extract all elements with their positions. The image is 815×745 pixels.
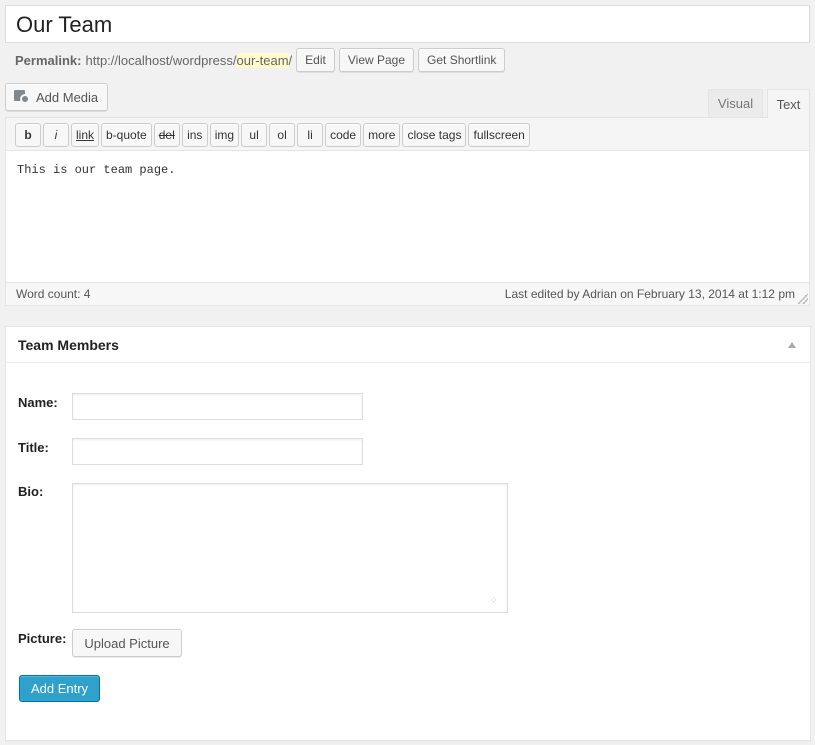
add-media-button[interactable]: Add Media <box>5 83 108 111</box>
qt-del-button[interactable]: del <box>153 123 180 147</box>
editor-statusbar: Word count: 4 Last edited by Adrian on F… <box>6 282 809 305</box>
qt-close-tags-button[interactable]: close tags <box>402 123 467 147</box>
bio-textarea[interactable]: ⁘ <box>72 483 508 613</box>
picture-label: Picture: <box>18 631 67 646</box>
qt-ol-button[interactable]: ol <box>269 123 296 147</box>
permalink-bar: Permalink: http://localhost/wordpress/ou… <box>15 48 506 72</box>
qt-img-button[interactable]: img <box>209 123 240 147</box>
last-edited: Last edited by Adrian on February 13, 20… <box>504 287 795 301</box>
upload-picture-button[interactable]: Upload Picture <box>72 629 182 657</box>
qt-fullscreen-button[interactable]: fullscreen <box>468 123 530 147</box>
metabox-title: Team Members <box>18 336 119 353</box>
qt-ul-button[interactable]: ul <box>241 123 268 147</box>
add-entry-button[interactable]: Add Entry <box>19 675 100 702</box>
editor-container: b i link b-quote del ins img ul ol li co… <box>5 117 810 306</box>
tab-text[interactable]: Text <box>767 89 810 118</box>
title-label: Title: <box>18 440 49 455</box>
qt-link-button[interactable]: link <box>71 123 100 147</box>
permalink-trail: / <box>288 52 293 68</box>
view-page-button[interactable]: View Page <box>338 48 415 72</box>
qt-more-button[interactable]: more <box>363 123 401 147</box>
edit-slug-button[interactable]: Edit <box>296 48 335 72</box>
textarea-resize-icon[interactable]: ⁘ <box>490 596 502 609</box>
permalink-label: Permalink: <box>15 52 82 68</box>
qt-li-button[interactable]: li <box>297 123 324 147</box>
editor-textarea[interactable]: This is our team page. <box>6 151 809 282</box>
quicktags-toolbar: b i link b-quote del ins img ul ol li co… <box>6 118 809 151</box>
post-title-input[interactable]: Our Team <box>5 5 810 43</box>
qt-ins-button[interactable]: ins <box>181 123 208 147</box>
permalink-slug[interactable]: our-team <box>236 52 289 68</box>
team-members-metabox: Team Members Name: Title: Bio: ⁘ Picture… <box>5 326 811 741</box>
bio-label: Bio: <box>18 484 44 499</box>
name-label: Name: <box>18 395 58 410</box>
tab-visual[interactable]: Visual <box>708 89 763 117</box>
qt-code-button[interactable]: code <box>325 123 362 147</box>
name-field[interactable] <box>72 393 363 420</box>
word-count: Word count: 4 <box>16 287 91 301</box>
permalink-base: http://localhost/wordpress/ <box>85 52 237 68</box>
qt-bold-button[interactable]: b <box>15 123 41 147</box>
title-field[interactable] <box>72 438 363 465</box>
collapse-arrow-icon[interactable] <box>788 341 796 348</box>
media-icon <box>14 89 30 105</box>
resize-grip-icon[interactable] <box>798 294 808 304</box>
qt-blockquote-button[interactable]: b-quote <box>101 123 152 147</box>
add-media-label: Add Media <box>36 89 99 105</box>
qt-italic-button[interactable]: i <box>43 123 69 147</box>
get-shortlink-button[interactable]: Get Shortlink <box>418 48 506 72</box>
metabox-header[interactable]: Team Members <box>6 327 810 363</box>
